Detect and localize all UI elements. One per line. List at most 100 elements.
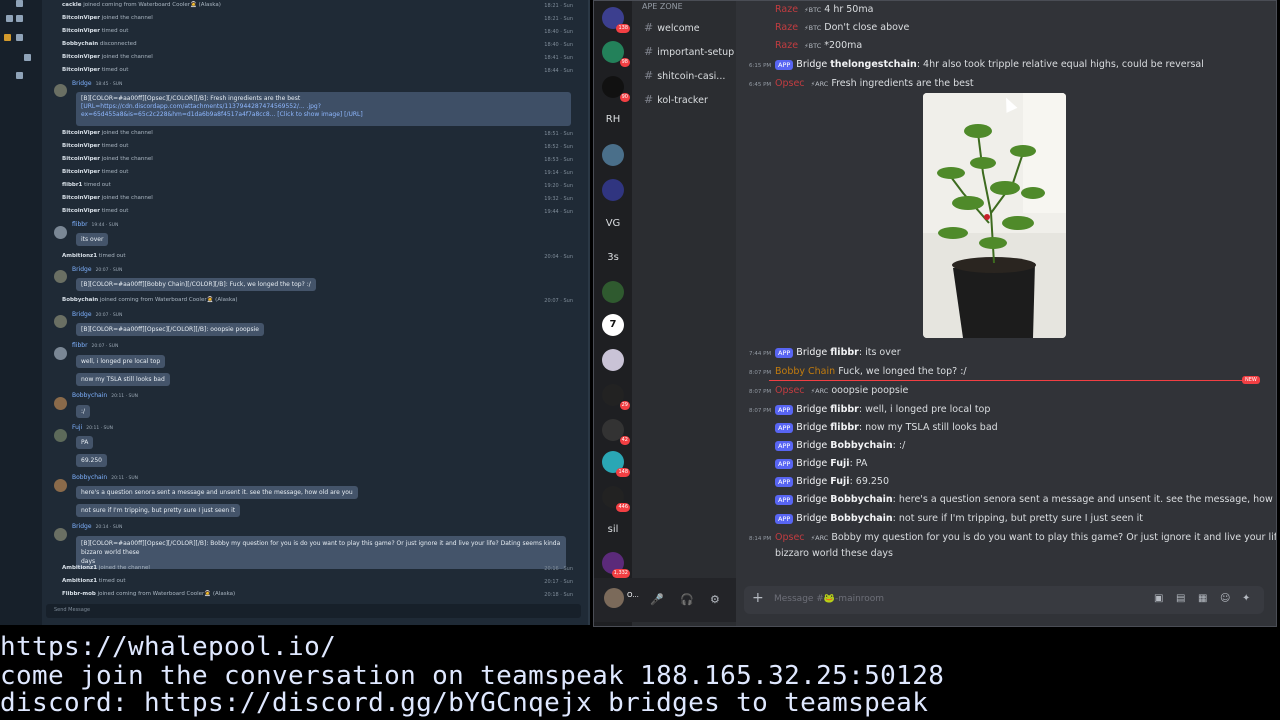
message-row: 8:14 PM Opsec ⚡ARC Bobby my question for y…: [749, 532, 1277, 543]
avatar[interactable]: [54, 528, 67, 541]
server-icon[interactable]: 42: [602, 419, 630, 445]
attached-image-plant[interactable]: [923, 93, 1066, 338]
server-icon[interactable]: [602, 281, 624, 303]
channel-important-setup[interactable]: # important-setup: [644, 45, 734, 58]
event-time: 18:44 · Sun: [544, 68, 573, 74]
system-event: BitcoinViper timed out: [62, 143, 129, 149]
channel-shitcoin-casino[interactable]: # shitcoin-casi...: [644, 69, 725, 82]
mute-mic-icon[interactable]: 🎤: [650, 593, 664, 606]
message-link[interactable]: ex=65d455a8&is=65c2c228&hm=d1da6b9a8f451…: [81, 111, 566, 119]
avatar[interactable]: [54, 315, 67, 328]
server-name[interactable]: APE ZONE: [642, 2, 683, 11]
message-bubble: :/: [76, 405, 91, 418]
message-row: Raze ⚡BTC Don't close above: [775, 22, 910, 33]
system-event: BitcoinViper timed out: [62, 28, 129, 34]
server-icon[interactable]: 1,332: [602, 552, 630, 578]
message-author[interactable]: Bridge 20:07 · SUN: [72, 266, 122, 273]
server-icon[interactable]: RH: [602, 109, 624, 131]
banner-line: discord: https://discord.gg/bYGCnqejx br…: [0, 688, 929, 718]
plus-icon[interactable]: +: [752, 590, 764, 606]
message-row: 6:15 PM APP Bridge thelongestchain: 4hr als…: [749, 59, 1204, 70]
message-author[interactable]: flibbr 19:44 · SUN: [72, 221, 118, 228]
event-time: 18:21 · Sun: [544, 3, 573, 9]
toolbar-icon[interactable]: [6, 15, 13, 22]
server-icon[interactable]: [602, 349, 624, 371]
channel-sidebar: APE ZONE # welcome # important-setup # shit…: [632, 1, 736, 626]
system-event: Bobbychain joined coming from Waterboard…: [62, 297, 238, 303]
message-row: APP Bridge Fuji: PA: [775, 458, 867, 469]
emoji-icon[interactable]: ☺: [1220, 593, 1230, 604]
server-icon[interactable]: VG: [602, 213, 624, 235]
gear-icon[interactable]: ⚙: [710, 593, 720, 606]
avatar[interactable]: [54, 270, 67, 283]
apps-icon[interactable]: ✦: [1242, 593, 1250, 604]
gift-icon[interactable]: ▣: [1154, 593, 1163, 604]
toolbar-icon[interactable]: [16, 72, 23, 79]
hash-icon: #: [644, 21, 654, 34]
system-event: Flibbr-mob joined coming from Waterboard…: [62, 591, 236, 597]
system-event: BitcoinViper joined the channel: [62, 195, 153, 201]
message-text: [B][COLOR=#aa00ff][Opsec][/COLOR][/B]: F…: [81, 95, 301, 102]
channel-welcome[interactable]: # welcome: [644, 21, 700, 34]
message-row: Raze ⚡BTC 4 hr 50ma: [775, 4, 874, 15]
message-author[interactable]: Bobbychain 20:11 · SUN: [72, 474, 138, 481]
message-continuation: bizzaro world these days: [775, 548, 893, 559]
server-icon[interactable]: sil: [602, 519, 624, 541]
event-time: 20:07 · Sun: [544, 298, 573, 304]
system-event: BitcoinViper joined the channel: [62, 156, 153, 162]
toolbar-icon[interactable]: [16, 0, 23, 7]
server-icon[interactable]: 446: [602, 486, 630, 512]
server-icon[interactable]: 90: [602, 76, 630, 102]
message-author[interactable]: Fuji 20:11 · SUN: [72, 424, 113, 431]
message-link[interactable]: [URL=https://cdn.discordapp.com/attachme…: [81, 103, 566, 111]
server-icon[interactable]: 3s: [602, 247, 624, 269]
username[interactable]: O...: [627, 591, 639, 599]
message-row: APP Bridge Bobbychain: :/: [775, 440, 905, 451]
message-author[interactable]: Bridge 18:45 · SUN: [72, 80, 122, 87]
gif-icon[interactable]: ▤: [1176, 593, 1185, 604]
message-composer[interactable]: + Message #🐸-mainroom ▣ ▤ ▦ ☺ ✦: [744, 586, 1264, 614]
message-bubble: not sure if I'm tripping, but pretty sur…: [76, 504, 241, 517]
toolbar-icon[interactable]: [24, 54, 31, 61]
hash-icon: #: [644, 69, 654, 82]
server-icon[interactable]: 29: [602, 384, 630, 410]
avatar[interactable]: [54, 397, 67, 410]
server-icon[interactable]: 7: [602, 314, 624, 336]
toolbar-icon[interactable]: [4, 34, 11, 41]
message-text: [B][COLOR=#aa00ff][Opsec][/COLOR][/B]: B…: [81, 540, 561, 556]
new-messages-divider: [769, 380, 1249, 381]
sticker-icon[interactable]: ▦: [1198, 593, 1207, 604]
event-time: 18:53 · Sun: [544, 157, 573, 163]
left-message-input[interactable]: Send Message: [46, 604, 581, 618]
toolbar-icon[interactable]: [16, 34, 23, 41]
system-event: Ambitionz1 timed out: [62, 578, 126, 584]
left-toolbar-rail: [0, 0, 42, 625]
system-event: flibbr1 timed out: [62, 182, 111, 188]
avatar[interactable]: [54, 84, 67, 97]
server-icon[interactable]: 138: [602, 7, 630, 33]
avatar[interactable]: [54, 226, 67, 239]
teamspeak-chat-window: cackle joined coming from Waterboard Coo…: [0, 0, 590, 625]
system-event: Ambitionz1 timed out: [62, 253, 126, 259]
avatar[interactable]: [604, 588, 624, 608]
new-badge: NEW: [1242, 376, 1260, 384]
event-time: 19:14 · Sun: [544, 170, 573, 176]
avatar[interactable]: [54, 429, 67, 442]
message-author[interactable]: flibbr 20:07 · SUN: [72, 342, 118, 349]
headphones-icon[interactable]: 🎧: [680, 593, 694, 606]
server-icon[interactable]: 148: [602, 451, 630, 477]
system-event: BitcoinViper joined the channel: [62, 54, 153, 60]
message-author[interactable]: Bridge 20:07 · SUN: [72, 311, 122, 318]
event-time: 19:32 · Sun: [544, 196, 573, 202]
message-author[interactable]: Bobbychain 20:11 · SUN: [72, 392, 138, 399]
toolbar-icon[interactable]: [16, 15, 23, 22]
message-author[interactable]: Bridge 20:14 · SUN: [72, 523, 122, 530]
channel-kol-tracker[interactable]: # kol-tracker: [644, 93, 708, 106]
avatar[interactable]: [54, 347, 67, 360]
server-icon[interactable]: [602, 179, 624, 201]
event-time: 20:04 · Sun: [544, 254, 573, 260]
message-bubble: [B][COLOR=#aa00ff][Opsec][/COLOR][/B]: o…: [76, 323, 264, 336]
server-icon[interactable]: 98: [602, 41, 630, 67]
avatar[interactable]: [54, 479, 67, 492]
server-icon[interactable]: [602, 144, 624, 166]
